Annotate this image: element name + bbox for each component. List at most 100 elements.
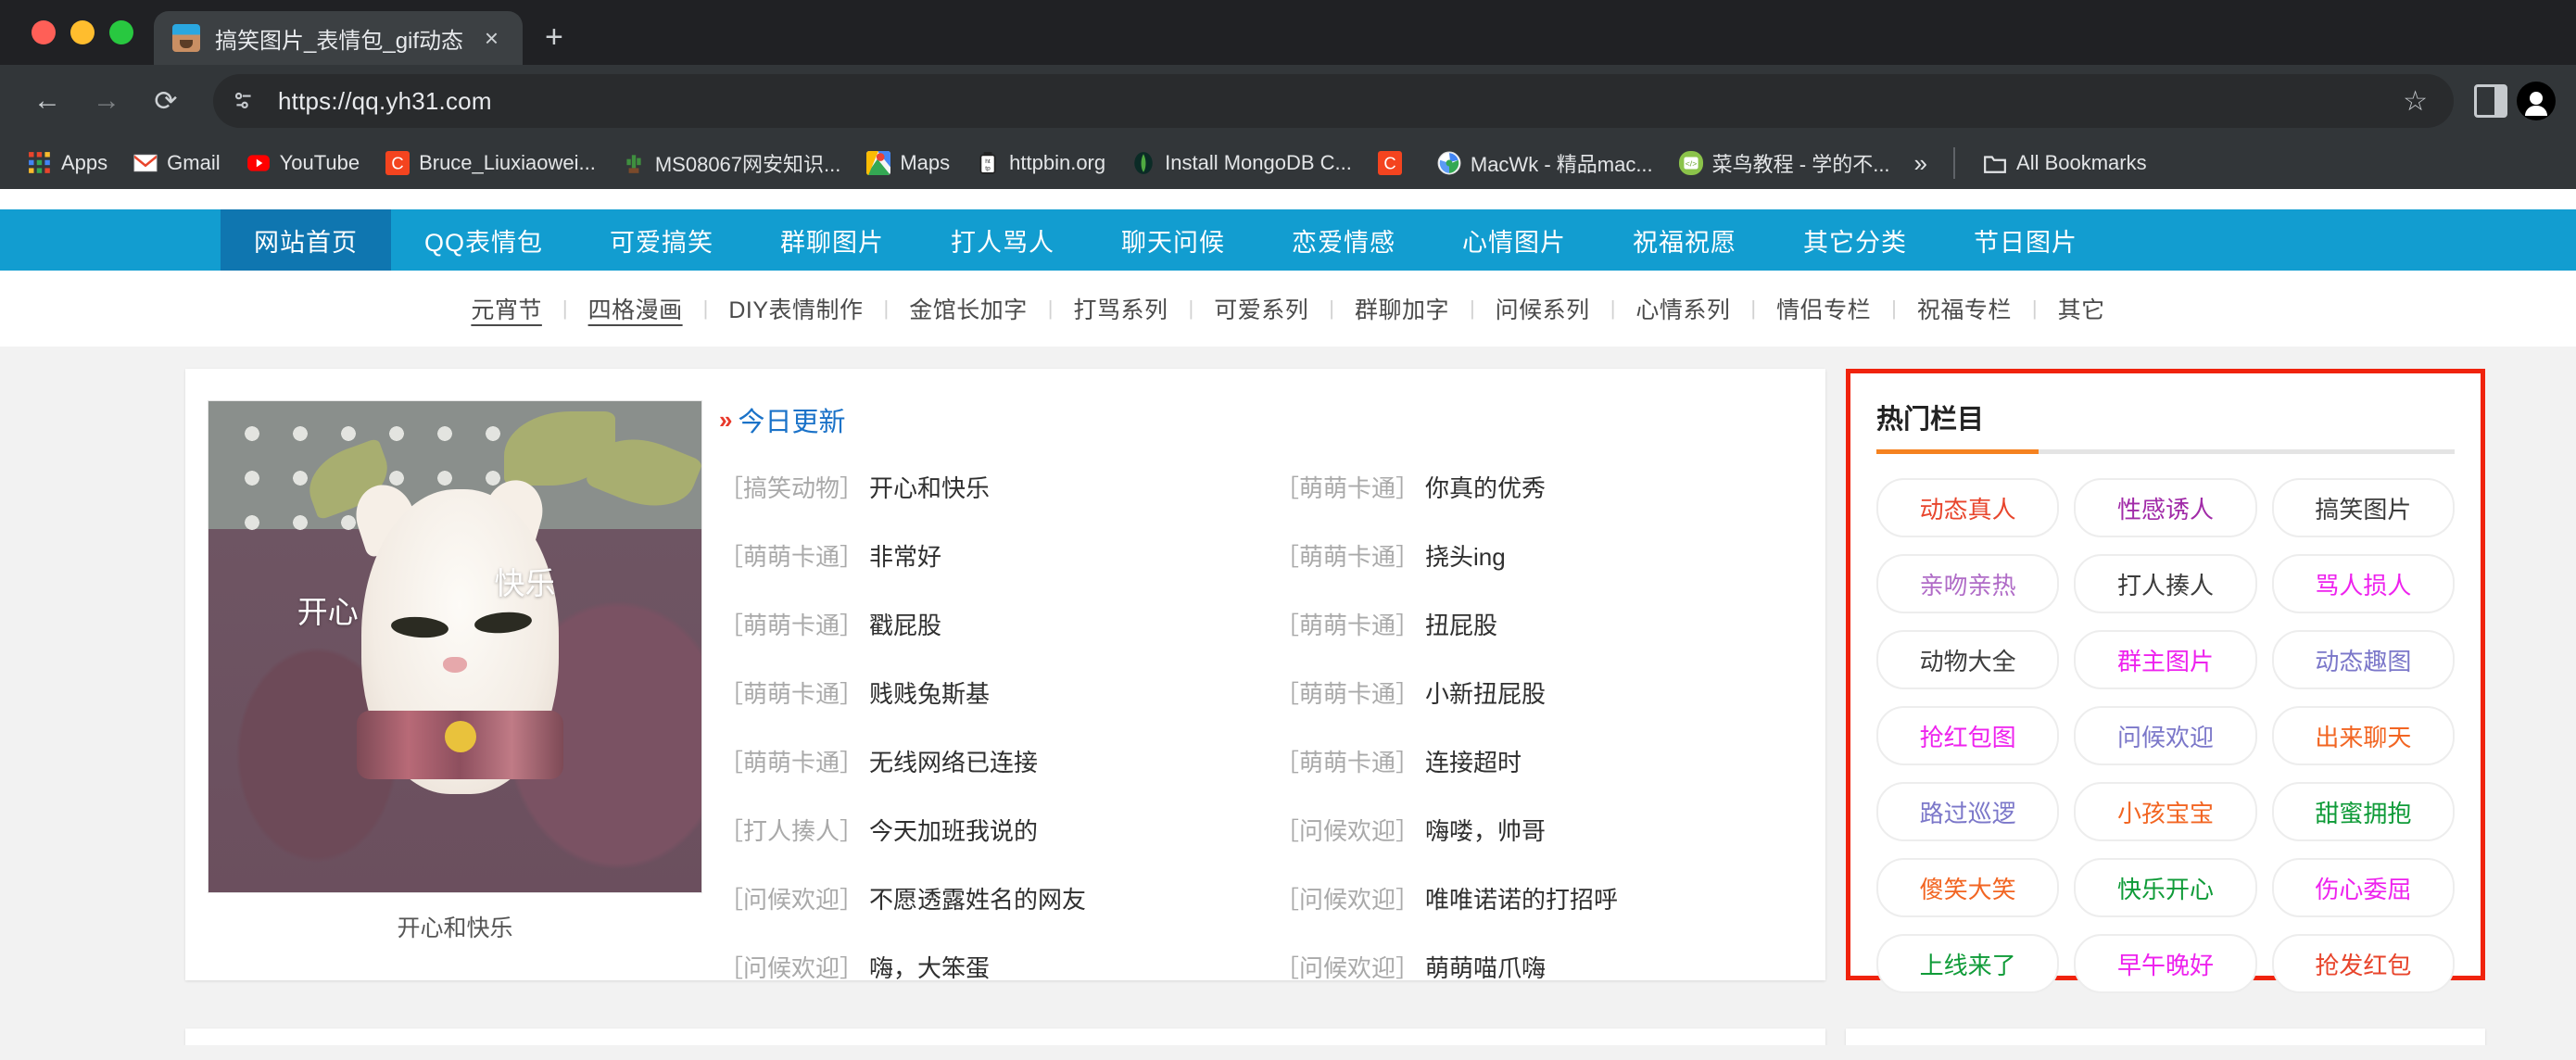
all-bookmarks-button[interactable]: All Bookmarks xyxy=(1972,145,2158,181)
update-title[interactable]: 你真的优秀 xyxy=(1425,470,1546,504)
close-window-button[interactable] xyxy=(32,20,56,44)
bookmark-apps[interactable]: Apps xyxy=(17,145,119,181)
sub-nav-item-3[interactable]: 金馆长加字 xyxy=(889,292,1048,325)
hot-tag-10[interactable]: 问候欢迎 xyxy=(2074,706,2257,765)
hot-tag-18[interactable]: 上线来了 xyxy=(1876,934,2060,993)
update-title[interactable]: 戳屁股 xyxy=(869,607,941,641)
main-nav-item-7[interactable]: 心情图片 xyxy=(1429,209,1599,271)
bookmark-mongodb[interactable]: Install MongoDB C... xyxy=(1120,145,1363,181)
main-nav-item-9[interactable]: 其它分类 xyxy=(1770,209,1940,271)
sub-nav-item-8[interactable]: 心情系列 xyxy=(1615,292,1750,325)
update-title[interactable]: 嗨，大笨蛋 xyxy=(869,950,990,984)
bookmark-c[interactable]: C xyxy=(1367,145,1422,181)
window-traffic-lights[interactable] xyxy=(26,0,154,65)
bookmark-bruce[interactable]: C Bruce_Liuxiaowei... xyxy=(374,145,607,181)
main-nav-item-6[interactable]: 恋爱情感 xyxy=(1258,209,1429,271)
site-settings-icon[interactable] xyxy=(219,76,269,126)
update-list-item[interactable]: ［萌萌卡通］ 你真的优秀 xyxy=(1275,452,1825,521)
sub-nav-item-10[interactable]: 祝福专栏 xyxy=(1897,292,2032,325)
hot-tag-0[interactable]: 动态真人 xyxy=(1876,478,2060,537)
hot-tag-9[interactable]: 抢红包图 xyxy=(1876,706,2060,765)
hot-tag-13[interactable]: 小孩宝宝 xyxy=(2074,782,2257,841)
main-nav-item-8[interactable]: 祝福祝愿 xyxy=(1599,209,1770,271)
hot-tag-20[interactable]: 抢发红包 xyxy=(2271,934,2455,993)
sub-nav-item-7[interactable]: 问候系列 xyxy=(1475,292,1610,325)
hot-tag-12[interactable]: 路过巡逻 xyxy=(1876,782,2060,841)
update-list-item[interactable]: ［问候欢迎］ 不愿透露姓名的网友 xyxy=(719,864,1275,932)
forward-icon[interactable]: → xyxy=(80,74,133,128)
update-title[interactable]: 非常好 xyxy=(869,538,941,573)
side-panel-icon[interactable] xyxy=(2474,84,2507,118)
close-tab-icon[interactable]: × xyxy=(477,22,506,54)
url-text[interactable]: https://qq.yh31.com xyxy=(278,87,492,116)
update-list-item[interactable]: ［问候欢迎］ 唯唯诺诺的打招呼 xyxy=(1275,864,1825,932)
update-title[interactable]: 贱贱兔斯基 xyxy=(869,675,990,710)
main-nav-item-4[interactable]: 打人骂人 xyxy=(917,209,1088,271)
reload-icon[interactable]: ⟳ xyxy=(139,74,193,128)
sub-nav-item-9[interactable]: 情侣专栏 xyxy=(1756,292,1891,325)
sub-nav-item-0[interactable]: 元宵节 xyxy=(450,292,562,325)
update-title[interactable]: 唯唯诺诺的打招呼 xyxy=(1425,881,1618,915)
back-icon[interactable]: ← xyxy=(20,74,74,128)
update-list-item[interactable]: ［萌萌卡通］ 无线网络已连接 xyxy=(719,726,1275,795)
bookmark-youtube[interactable]: YouTube xyxy=(235,145,371,181)
hot-tag-8[interactable]: 动态趣图 xyxy=(2271,630,2455,689)
hot-tag-17[interactable]: 伤心委屈 xyxy=(2271,858,2455,917)
update-list-item[interactable]: ［萌萌卡通］ 贱贱兔斯基 xyxy=(719,658,1275,726)
hot-tag-7[interactable]: 群主图片 xyxy=(2074,630,2257,689)
main-nav-item-3[interactable]: 群聊图片 xyxy=(747,209,917,271)
hot-tag-4[interactable]: 打人揍人 xyxy=(2074,554,2257,613)
sub-nav-item-6[interactable]: 群聊加字 xyxy=(1334,292,1470,325)
update-list-item[interactable]: ［萌萌卡通］ 非常好 xyxy=(719,521,1275,589)
sub-nav-item-1[interactable]: 四格漫画 xyxy=(568,292,703,325)
update-title[interactable]: 小新扭屁股 xyxy=(1425,675,1546,710)
maximize-window-button[interactable] xyxy=(109,20,133,44)
update-title[interactable]: 萌萌喵爪嗨 xyxy=(1425,950,1546,984)
main-nav-item-2[interactable]: 可爱搞笑 xyxy=(576,209,747,271)
hot-tag-14[interactable]: 甜蜜拥抱 xyxy=(2271,782,2455,841)
update-list-item[interactable]: ［萌萌卡通］ 连接超时 xyxy=(1275,726,1825,795)
main-nav-item-0[interactable]: 网站首页 xyxy=(221,209,391,271)
main-nav-item-10[interactable]: 节日图片 xyxy=(1940,209,2111,271)
bookmark-star-icon[interactable]: ☆ xyxy=(2403,85,2444,118)
sub-nav-item-5[interactable]: 可爱系列 xyxy=(1193,292,1329,325)
sub-nav-item-4[interactable]: 打骂系列 xyxy=(1053,292,1188,325)
update-list-item[interactable]: ［萌萌卡通］ 挠头ing xyxy=(1275,521,1825,589)
sub-nav-item-11[interactable]: 其它 xyxy=(2038,292,2126,325)
new-tab-button[interactable]: + xyxy=(545,19,563,56)
update-title[interactable]: 扭屁股 xyxy=(1425,607,1497,641)
bookmark-macwk[interactable]: MacWk - 精品mac... xyxy=(1426,143,1664,183)
main-nav-item-5[interactable]: 聊天问候 xyxy=(1088,209,1258,271)
hot-tag-3[interactable]: 亲吻亲热 xyxy=(1876,554,2060,613)
featured-thumbnail-block[interactable]: 开心 快乐 开心和快乐 xyxy=(185,400,704,980)
bookmark-runoob[interactable]: </> 菜鸟教程 - 学的不... xyxy=(1668,143,1901,183)
update-title[interactable]: 无线网络已连接 xyxy=(869,744,1038,778)
update-list-item[interactable]: ［打人揍人］ 今天加班我说的 xyxy=(719,795,1275,864)
bookmark-maps[interactable]: Maps xyxy=(855,145,961,181)
update-title[interactable]: 今天加班我说的 xyxy=(869,813,1038,847)
update-list-item[interactable]: ［问候欢迎］ 嗨喽，帅哥 xyxy=(1275,795,1825,864)
update-list-item[interactable]: ［搞笑动物］ 开心和快乐 xyxy=(719,452,1275,521)
update-list-item[interactable]: ［问候欢迎］ 嗨，大笨蛋 xyxy=(719,932,1275,1001)
update-list-item[interactable]: ［萌萌卡通］ 小新扭屁股 xyxy=(1275,658,1825,726)
update-title[interactable]: 连接超时 xyxy=(1425,744,1522,778)
bookmark-gmail[interactable]: Gmail xyxy=(122,145,231,181)
hot-tag-5[interactable]: 骂人损人 xyxy=(2271,554,2455,613)
hot-tag-19[interactable]: 早午晚好 xyxy=(2074,934,2257,993)
hot-tag-15[interactable]: 傻笑大笑 xyxy=(1876,858,2060,917)
hot-tag-16[interactable]: 快乐开心 xyxy=(2074,858,2257,917)
hot-tag-6[interactable]: 动物大全 xyxy=(1876,630,2060,689)
hot-tag-11[interactable]: 出来聊天 xyxy=(2271,706,2455,765)
address-bar[interactable]: https://qq.yh31.com ☆ xyxy=(213,74,2454,128)
update-title[interactable]: 不愿透露姓名的网友 xyxy=(869,881,1086,915)
bookmark-httpbin[interactable]: ht tp httpbin.org xyxy=(965,145,1117,181)
hot-tag-2[interactable]: 搞笑图片 xyxy=(2271,478,2455,537)
browser-tab[interactable]: 搞笑图片_表情包_gif动态图片_ × xyxy=(154,11,523,65)
update-title[interactable]: 开心和快乐 xyxy=(869,470,990,504)
profile-avatar-icon[interactable] xyxy=(2517,82,2556,120)
update-title[interactable]: 挠头ing xyxy=(1425,538,1506,573)
featured-caption[interactable]: 开心和快乐 xyxy=(397,910,512,943)
main-nav-item-1[interactable]: QQ表情包 xyxy=(391,209,576,271)
bookmark-ms08067[interactable]: MS08067网安知识... xyxy=(611,143,852,183)
update-title[interactable]: 嗨喽，帅哥 xyxy=(1425,813,1546,847)
